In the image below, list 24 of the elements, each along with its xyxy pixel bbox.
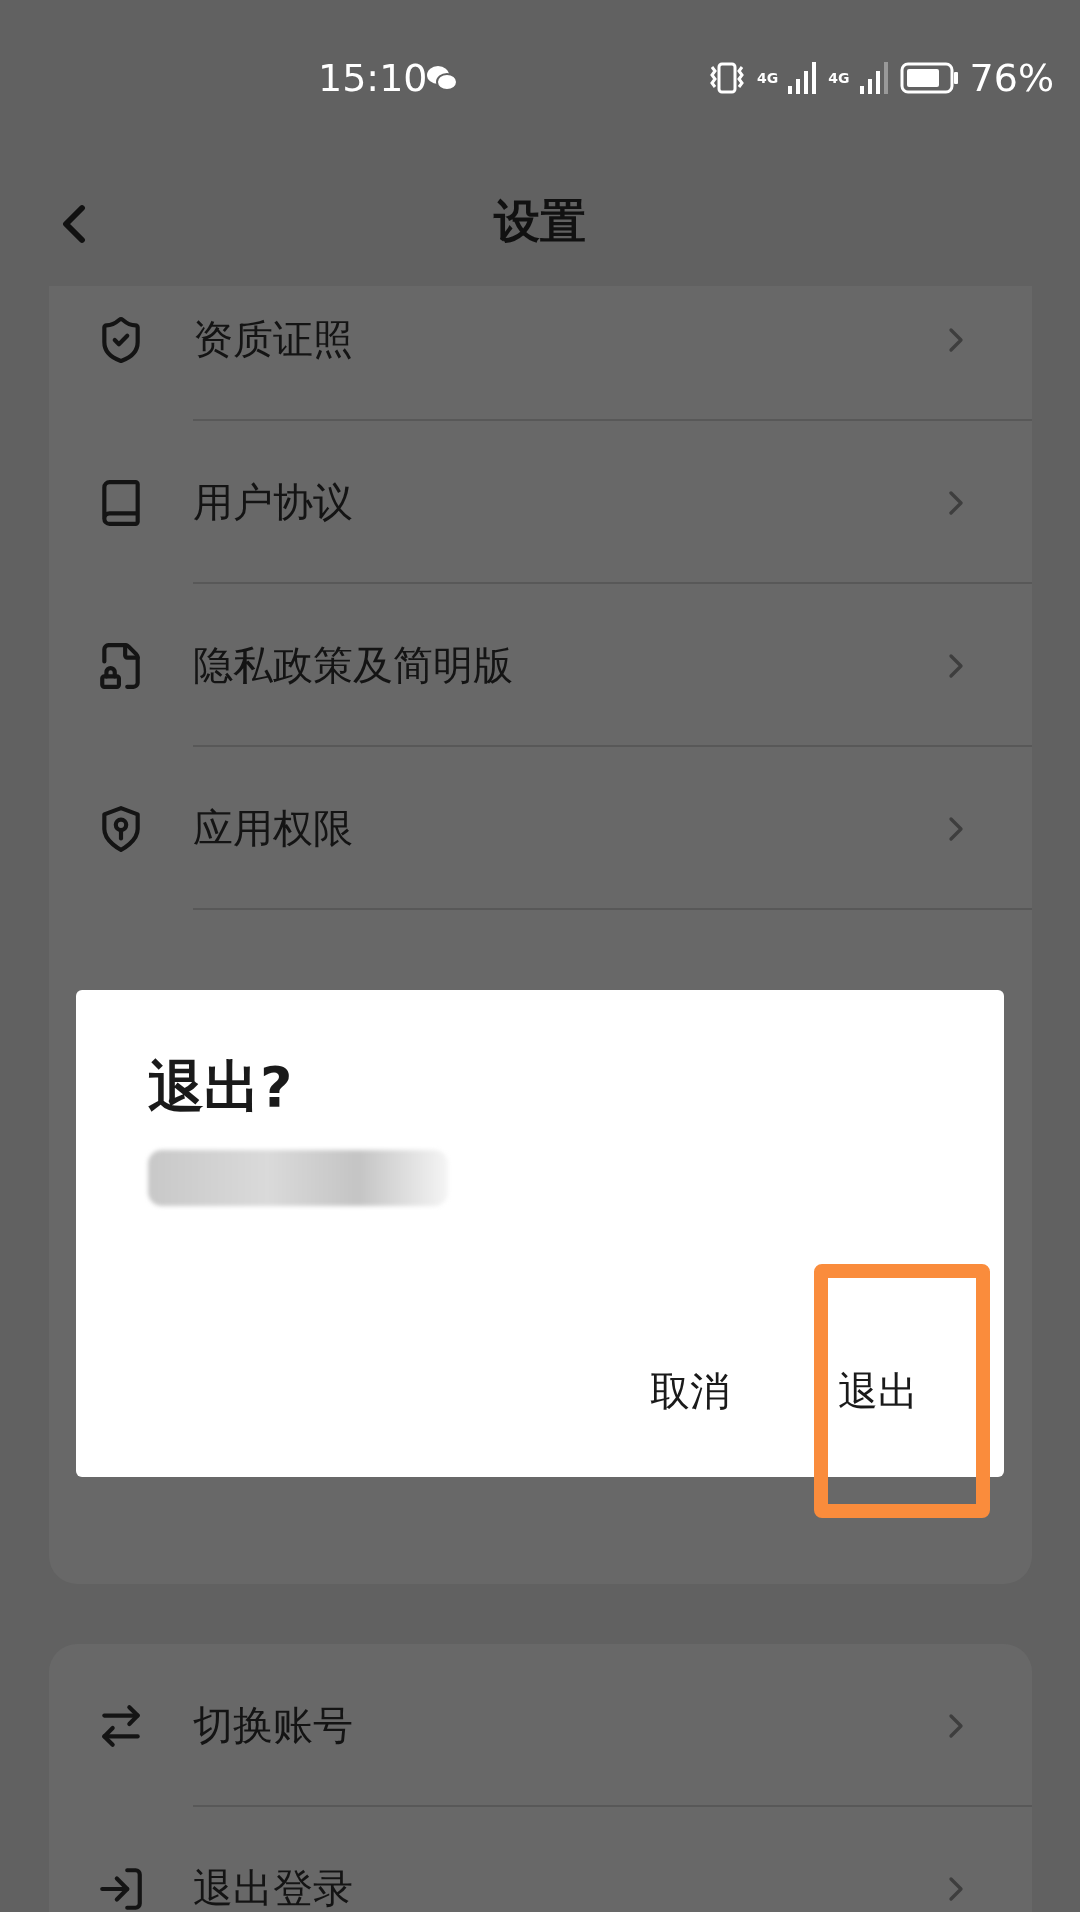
battery-percent: 76% (969, 56, 1054, 100)
row-label: 切换账号 (193, 1701, 354, 1750)
row-label: 资质证照 (193, 315, 354, 364)
network-type: 4G (757, 71, 779, 85)
chat-app-icon (426, 64, 458, 92)
row-label: 退出登录 (193, 1864, 354, 1912)
settings-row[interactable]: 资质证照 (49, 286, 1032, 421)
settings-row[interactable]: 用户协议 (49, 421, 1032, 584)
settings-row[interactable]: 隐私政策及简明版 (49, 584, 1032, 747)
dialog-button[interactable]: 退出 (814, 1264, 990, 1518)
row-label: 用户协议 (193, 478, 354, 527)
settings-row[interactable]: 应用权限 (49, 747, 1032, 910)
row-label: 隐私政策及简明版 (193, 641, 514, 690)
settings-row[interactable]: 切换账号 (49, 1644, 1032, 1807)
network-type: 4G (828, 71, 850, 85)
row-label: 应用权限 (193, 804, 354, 853)
signal-icon (859, 62, 890, 94)
page-title: 设置 (494, 193, 586, 250)
settings-row[interactable]: 退出登录 (49, 1807, 1032, 1912)
signal-icon (788, 62, 819, 94)
dialog-title: 退出? (148, 1053, 293, 1121)
battery-icon (899, 62, 960, 94)
clock-time: 15:10 (318, 56, 428, 100)
dialog-button[interactable]: 取消 (646, 1355, 734, 1427)
